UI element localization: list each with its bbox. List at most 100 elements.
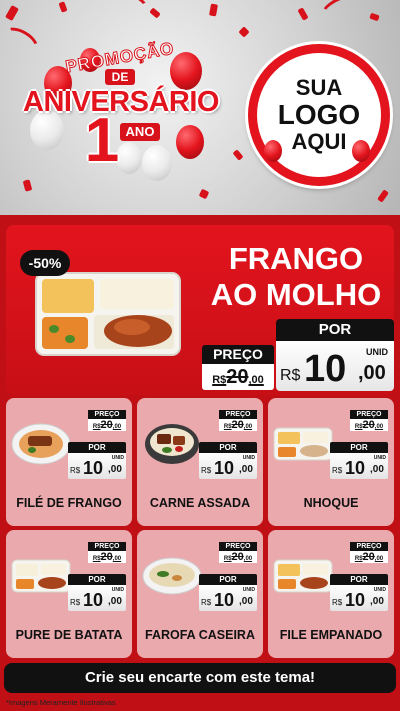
confetti-icon [198, 188, 210, 200]
new-price-dec: ,00 [239, 464, 253, 475]
product-card-6: PREÇO R$20,00 POR UNID R$ 10 ,00 FILE EM… [268, 530, 394, 658]
new-price-int: 10 [83, 458, 104, 478]
streamer-icon [0, 21, 44, 63]
product-name: PURE DE BATATA [15, 628, 123, 642]
new-price-dec: ,00 [370, 596, 384, 607]
currency-label: R$ [70, 598, 81, 607]
old-price-value: R$20,00 [350, 419, 388, 431]
confetti-icon [377, 189, 389, 203]
new-price-tag: POR UNID R$ 10 ,00 [276, 319, 394, 391]
old-price-label: PREÇO [202, 345, 274, 364]
old-price-int: 20 [362, 551, 375, 563]
confetti-icon [22, 179, 33, 192]
product-card-3: PREÇO R$20,00 POR UNID R$ 10 ,00 NHOQUE [268, 398, 394, 526]
new-price-dec: ,00 [108, 464, 122, 475]
new-price-label: POR [330, 574, 388, 585]
old-price-prefix: R$ [223, 556, 232, 562]
food-dish-icon [145, 424, 199, 464]
old-price-int: 20 [100, 551, 113, 563]
new-price-tag: POR UNID R$ 10 ,00 [199, 574, 257, 611]
old-price-value: R$20,00 [88, 551, 126, 563]
balloon-icon [264, 140, 282, 162]
new-price-value: UNID R$ 10 ,00 [276, 341, 394, 391]
old-price-label: PREÇO [88, 542, 126, 551]
new-price-label: POR [199, 442, 257, 453]
food-dish-icon [11, 559, 71, 593]
old-price-value: R$20,00 [88, 419, 126, 431]
old-price-dec: ,00 [112, 556, 122, 562]
old-price-prefix: R$ [354, 424, 363, 430]
new-price-label: POR [276, 319, 394, 341]
ano-label: ANO [120, 123, 160, 141]
old-price-prefix: R$ [92, 424, 101, 430]
new-price-label: POR [199, 574, 257, 585]
confetti-icon [209, 3, 218, 17]
hero-title-line-2: AO MOLHO [210, 277, 382, 312]
old-price-int: 20 [231, 419, 244, 431]
food-dish-icon [273, 427, 333, 461]
confetti-icon [297, 7, 309, 21]
old-price-value: R$20,00 [350, 551, 388, 563]
old-price-label: PREÇO [350, 542, 388, 551]
old-price-dec: ,00 [374, 556, 384, 562]
logo-line-3: AQUI [291, 129, 347, 154]
old-price-dec: ,00 [374, 424, 384, 430]
old-price-label: PREÇO [219, 542, 257, 551]
old-price-label: PREÇO [219, 410, 257, 419]
old-price-tag: PREÇO R$20,00 [350, 410, 388, 431]
header: PROMOÇÃO DE ANIVERSÁRIO 1 ANO SUA LOGO A… [0, 0, 400, 215]
hero-offer: -50% FRANGO AO MOLHO PREÇO R$20,00 POR U… [6, 225, 394, 395]
anniversary-number: 1 [84, 106, 120, 175]
new-price-int: 10 [304, 348, 347, 390]
flyer: PROMOÇÃO DE ANIVERSÁRIO 1 ANO SUA LOGO A… [0, 0, 400, 711]
de-label: DE [105, 69, 135, 85]
unit-label: UNID [111, 455, 124, 461]
new-price-label: POR [330, 442, 388, 453]
old-price-tag: PREÇO R$20,00 [202, 345, 274, 390]
new-price-dec: ,00 [358, 362, 386, 384]
old-price-prefix: R$ [354, 556, 363, 562]
currency-label: R$ [70, 466, 81, 475]
new-price-tag: POR UNID R$ 10 ,00 [330, 442, 388, 479]
food-dish-icon [142, 557, 202, 595]
old-price-dec: ,00 [243, 424, 253, 430]
cta-button[interactable]: Crie seu encarte com este tema! [4, 663, 396, 693]
old-price-prefix: R$ [223, 424, 232, 430]
balloon-icon [142, 145, 172, 181]
old-price-prefix: R$ [92, 556, 101, 562]
new-price-value: UNID R$ 10 ,00 [199, 453, 257, 479]
confetti-icon [58, 1, 68, 13]
product-card-1: PREÇO R$20,00 POR UNID R$ 10 ,00 FILÉ DE… [6, 398, 132, 526]
currency-label: R$ [332, 466, 343, 475]
confetti-icon [232, 149, 244, 161]
currency-label: R$ [280, 367, 301, 384]
logo-line-1: SUA [295, 75, 343, 100]
new-price-tag: POR UNID R$ 10 ,00 [68, 442, 126, 479]
streamer-icon [87, 0, 153, 28]
new-price-label: POR [68, 574, 126, 585]
product-card-2: PREÇO R$20,00 POR UNID R$ 10 ,00 CARNE A… [137, 398, 263, 526]
new-price-int: 10 [214, 458, 235, 478]
product-name: CARNE ASSADA [149, 496, 251, 510]
hero-title-line-1: FRANGO [228, 241, 364, 276]
old-price-label: PREÇO [88, 410, 126, 419]
balloon-icon [352, 140, 370, 162]
new-price-value: UNID R$ 10 ,00 [68, 453, 126, 479]
old-price-int: 20 [100, 419, 113, 431]
new-price-int: 10 [214, 590, 235, 610]
logo-placeholder: SUA LOGO AQUI [248, 44, 390, 186]
unit-label: UNID [242, 455, 255, 461]
new-price-dec: ,00 [370, 464, 384, 475]
old-price-tag: PREÇO R$20,00 [219, 410, 257, 431]
balloon-icon [176, 125, 204, 159]
confetti-icon [369, 12, 380, 22]
currency-label: R$ [201, 466, 212, 475]
new-price-int: 10 [83, 590, 104, 610]
food-dish-icon [11, 423, 71, 465]
new-price-value: UNID R$ 10 ,00 [330, 585, 388, 611]
food-tray-icon [35, 272, 181, 356]
new-price-dec: ,00 [108, 596, 122, 607]
new-price-value: UNID R$ 10 ,00 [330, 453, 388, 479]
new-price-dec: ,00 [239, 596, 253, 607]
old-price-int: 20 [231, 551, 244, 563]
